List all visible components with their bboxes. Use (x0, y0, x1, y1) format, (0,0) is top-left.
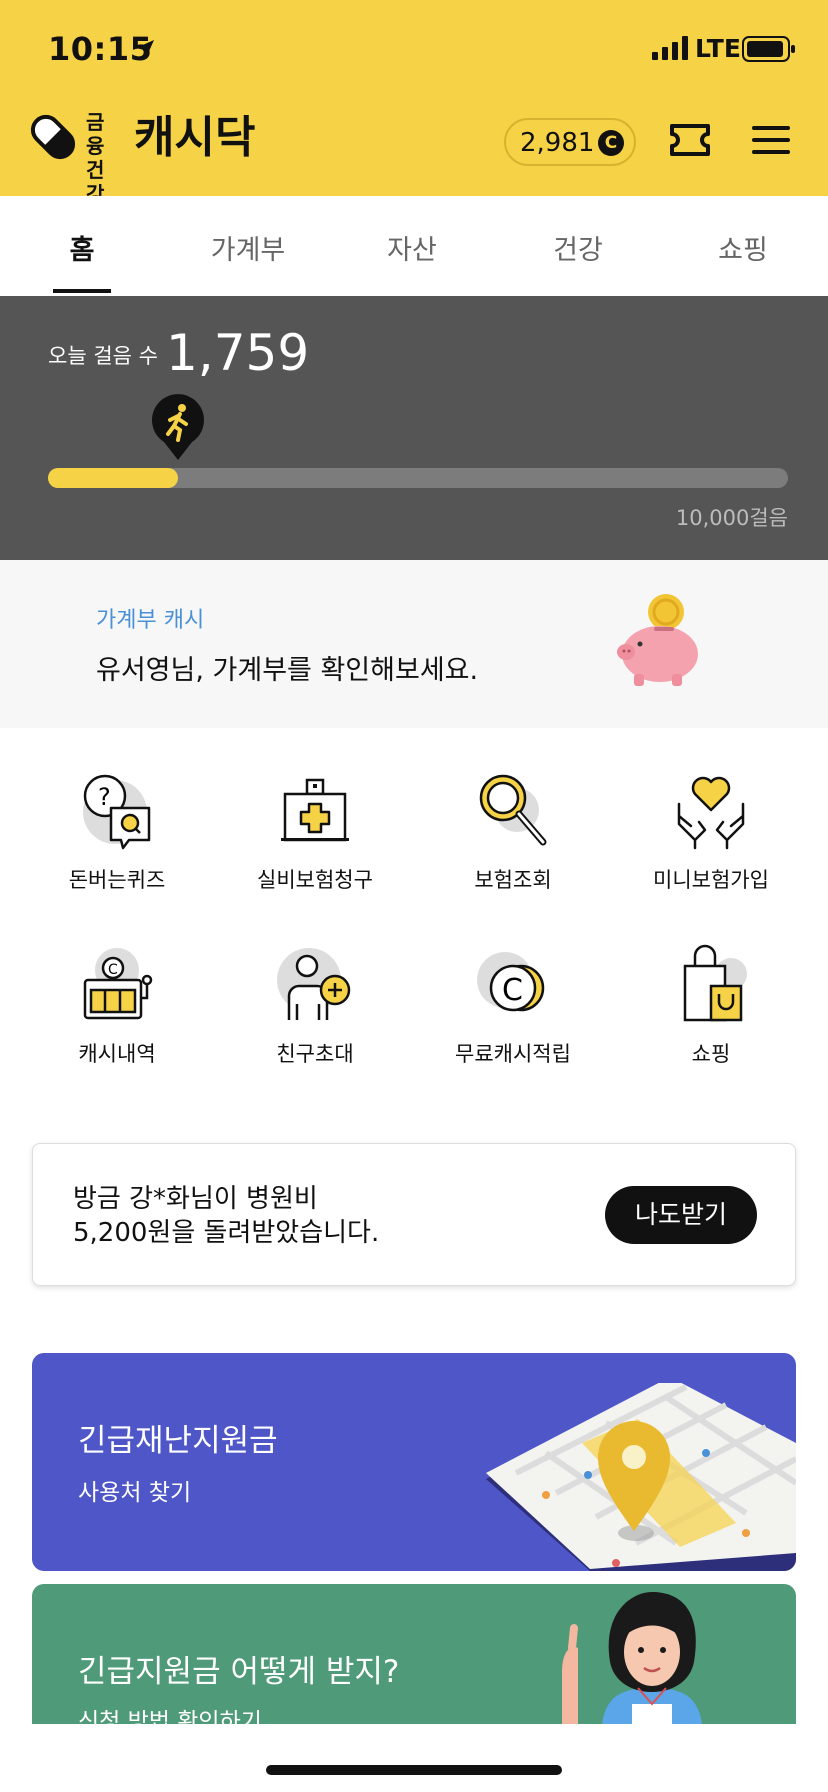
promo-card-subtitle: 사용처 찾기 (78, 1480, 192, 1506)
shopping-bag-icon (683, 944, 747, 1022)
household-banner[interactable]: 가계부 캐시 유서영님, 가계부를 확인해보세요. (0, 560, 828, 728)
ticket-icon[interactable] (668, 122, 712, 158)
promo-card-title: 긴급재난지원금 (78, 1423, 278, 1459)
steps-label: 오늘 걸음 수 (48, 344, 158, 368)
brand-name: 캐시닥 (134, 112, 256, 163)
menu-insurance-claim[interactable]: 실비보험청구 (215, 770, 415, 894)
refund-notice-text: 방금 강*화님이 병원비 5,200원을 돌려받았습니다. (73, 1182, 379, 1250)
quiz-icon: ? (83, 774, 151, 850)
home-indicator-area (0, 1724, 828, 1792)
map-pin-illustration (486, 1383, 796, 1571)
menu-insurance-claim-label: 실비보험청구 (257, 868, 373, 892)
steps-progress-track (48, 468, 788, 488)
battery-icon (742, 36, 795, 62)
refund-notice-card: 방금 강*화님이 병원비 5,200원을 돌려받았습니다. 나도받기 (32, 1143, 796, 1286)
menu-free-cash[interactable]: C 무료캐시적립 (413, 944, 613, 1068)
steps-count: 1,759 (166, 324, 310, 382)
slot-machine-icon: C (83, 948, 153, 1020)
menu-invite-friends[interactable]: 친구초대 (215, 944, 415, 1068)
household-banner-subtitle: 가계부 캐시 (96, 608, 205, 633)
pill-logo-icon (30, 114, 76, 160)
app-header: 10:15 LTE 금융 건강 캐시닥 2,981 C (0, 0, 828, 206)
heart-hands-icon (677, 776, 745, 850)
menu-invite-friends-label: 친구초대 (276, 1042, 354, 1066)
refund-notice-line2: 5,200원을 돌려받았습니다. (73, 1218, 380, 1248)
cash-balance-value: 2,981 (520, 128, 595, 158)
menu-shopping-label: 쇼핑 (691, 1042, 731, 1066)
promo-card-relief-guide[interactable]: 긴급지원금 어떻게 받지? 신청 방법 확인하기 (32, 1584, 796, 1724)
tab-bar: 홈 가계부 자산 건강 쇼핑 (0, 196, 828, 296)
menu-shopping[interactable]: 쇼핑 (611, 944, 811, 1068)
home-indicator[interactable] (266, 1765, 562, 1775)
tab-home[interactable]: 홈 (27, 228, 137, 267)
svg-text:?: ? (98, 783, 111, 811)
coin-stack-icon: C (477, 952, 545, 1012)
tab-shopping[interactable]: 쇼핑 (688, 228, 798, 267)
refund-notice-line1: 방금 강*화님이 병원비 (73, 1184, 318, 1214)
step-counter-panel[interactable]: 오늘 걸음 수 1,759 10,000걸음 (0, 296, 828, 560)
piggy-bank-icon (617, 594, 698, 686)
steps-goal: 10,000걸음 (675, 506, 788, 530)
tab-assets[interactable]: 자산 (357, 228, 467, 267)
svg-text:C: C (108, 962, 118, 978)
menu-insurance-lookup[interactable]: 보험조회 (413, 770, 613, 894)
magnifier-icon (479, 774, 547, 846)
tab-household[interactable]: 가계부 (193, 228, 303, 267)
cellular-signal-icon (652, 36, 688, 60)
menu-quiz-label: 돈버는퀴즈 (68, 868, 166, 892)
cash-balance-button[interactable]: 2,981 C (504, 118, 636, 166)
woman-pointing-illustration (562, 1592, 702, 1724)
menu-mini-insurance-label: 미니보험가입 (653, 868, 769, 892)
promo-card-subtitle: 신청 방법 확인하기 (78, 1709, 262, 1724)
location-arrow-icon (136, 40, 154, 58)
steps-progress-fill (48, 468, 178, 488)
promo-card-disaster-relief[interactable]: 긴급재난지원금 사용처 찾기 (32, 1353, 796, 1571)
claim-me-too-button[interactable]: 나도받기 (605, 1186, 757, 1244)
menu-cash-history[interactable]: C 캐시내역 (17, 944, 217, 1068)
medical-kit-icon (281, 778, 349, 842)
network-label: LTE (695, 34, 741, 63)
active-tab-indicator (53, 289, 111, 293)
invite-friend-icon (277, 948, 351, 1020)
menu-mini-insurance[interactable]: 미니보험가입 (611, 770, 811, 894)
menu-quiz[interactable]: ? 돈버는퀴즈 (17, 770, 217, 894)
walking-person-icon (152, 394, 204, 460)
cash-coin-icon: C (598, 130, 624, 156)
menu-free-cash-label: 무료캐시적립 (455, 1042, 571, 1066)
brand-tagline-line1: 금융 (86, 110, 105, 158)
status-bar: 10:15 LTE (0, 0, 828, 100)
brand-tagline: 금융 건강 (86, 110, 104, 206)
menu-cash-history-label: 캐시내역 (78, 1042, 156, 1066)
tab-health[interactable]: 건강 (523, 228, 633, 267)
svg-text:C: C (502, 973, 523, 1008)
promo-card-title: 긴급지원금 어떻게 받지? (78, 1654, 400, 1690)
menu-insurance-lookup-label: 보험조회 (474, 868, 552, 892)
hamburger-menu-icon[interactable] (752, 124, 790, 156)
household-banner-title: 유서영님, 가계부를 확인해보세요. (96, 655, 479, 686)
